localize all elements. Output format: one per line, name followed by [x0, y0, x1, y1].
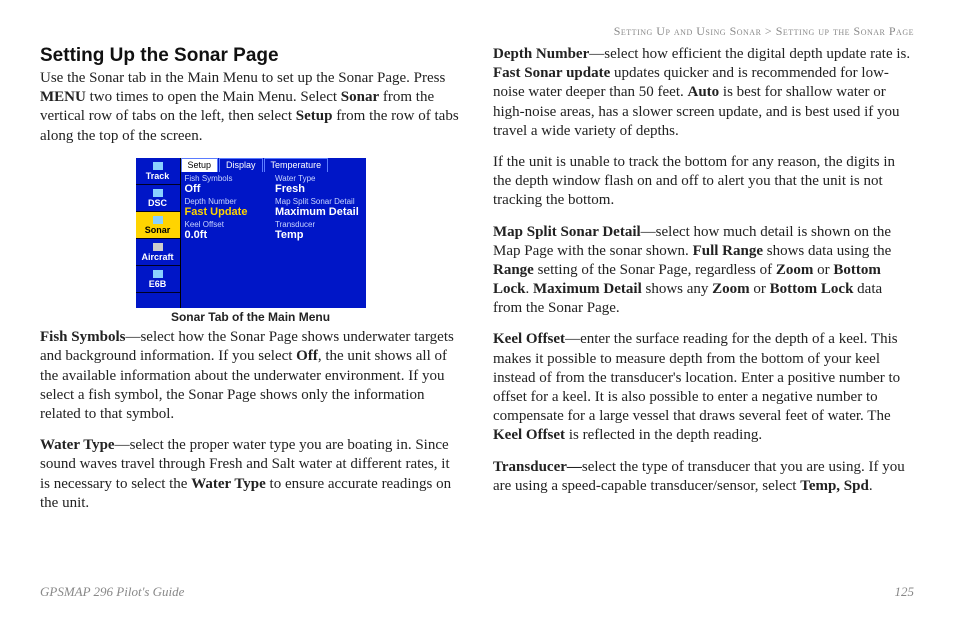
- gps-top-tab: Display: [219, 158, 263, 172]
- tab-label: Sonar: [145, 225, 171, 235]
- right-column: Depth Number—select how efficient the di…: [493, 45, 914, 578]
- text-run: is reflected in the depth reading.: [565, 427, 762, 443]
- tab-label: Track: [146, 171, 170, 181]
- intro-paragraph: Use the Sonar tab in the Main Menu to se…: [40, 69, 461, 146]
- gps-field: Fish SymbolsOff: [183, 174, 274, 197]
- text-run: Auto: [688, 84, 720, 100]
- page-heading: Setting Up the Sonar Page: [40, 45, 461, 67]
- gps-field-value: 0.0ft: [185, 229, 272, 241]
- text-run: Fast Sonar update: [493, 65, 610, 81]
- tab-label: DSC: [148, 198, 167, 208]
- fish-symbols-paragraph: Fish Symbols—select how the Sonar Page s…: [40, 328, 461, 424]
- text-run: Sonar: [341, 89, 379, 105]
- text-run: Map Split Sonar Detail: [493, 224, 641, 240]
- gps-side-tab: E6B: [136, 266, 180, 293]
- text-run: Zoom: [712, 281, 750, 297]
- gps-field: Water TypeFresh: [273, 174, 364, 197]
- text-run: two times to open the Main Menu. Select: [86, 89, 341, 105]
- figure-sonar-tab: TrackDSCSonarAircraftE6B SetupDisplayTem…: [40, 158, 461, 325]
- gps-field-label: Transducer: [275, 220, 362, 229]
- text-run: .: [869, 478, 873, 494]
- text-run: Water Type: [40, 437, 115, 453]
- transducer-paragraph: Transducer—select the type of transducer…: [493, 458, 914, 496]
- depth-number-paragraph: Depth Number—select how efficient the di…: [493, 45, 914, 141]
- gps-top-tab: Temperature: [264, 158, 329, 172]
- tab-label: Aircraft: [141, 252, 173, 262]
- gps-field-label: Map Split Sonar Detail: [275, 197, 362, 206]
- gps-side-tab: Track: [136, 158, 180, 185]
- gps-side-tab: Aircraft: [136, 239, 180, 266]
- tracking-note-paragraph: If the unit is unable to track the botto…: [493, 153, 914, 211]
- header-separator: >: [765, 24, 772, 38]
- footer-page-number: 125: [895, 584, 915, 600]
- gps-field: Depth NumberFast Update: [183, 197, 274, 220]
- gps-field-label: Depth Number: [185, 197, 272, 206]
- text-run: setting of the Sonar Page, regardless of: [534, 262, 776, 278]
- header-topic: Setting up the Sonar Page: [776, 24, 914, 38]
- tab-icon: [153, 189, 163, 197]
- gps-fields-grid: Fish SymbolsOffWater TypeFreshDepth Numb…: [181, 172, 366, 308]
- gps-field-label: Keel Offset: [185, 220, 272, 229]
- text-run: Keel Offset: [493, 331, 565, 347]
- gps-field: TransducerTemp: [273, 220, 364, 243]
- text-run: Bottom Lock: [770, 281, 854, 297]
- text-run: Maximum Detail: [533, 281, 642, 297]
- text-run: Range: [493, 262, 534, 278]
- gps-side-tabs: Track DSC Sonar Aircraft E6B: [136, 158, 181, 308]
- gps-field-value: Temp: [275, 229, 362, 241]
- text-run: Zoom: [776, 262, 814, 278]
- text-run: Setup: [296, 108, 333, 124]
- keel-offset-paragraph: Keel Offset—enter the surface reading fo…: [493, 330, 914, 445]
- gps-top-tab: Setup: [181, 158, 219, 172]
- tab-icon: [153, 243, 163, 251]
- tab-icon: [153, 162, 163, 170]
- footer-guide-name: GPSMAP 296 Pilot's Guide: [40, 584, 184, 600]
- text-run: Water Type: [191, 476, 266, 492]
- gps-field: Keel Offset0.0ft: [183, 220, 274, 243]
- gps-field-value: Off: [185, 183, 272, 195]
- text-run: Transducer—: [493, 459, 582, 475]
- text-run: If the unit is unable to track the botto…: [493, 154, 895, 208]
- text-run: or: [813, 262, 833, 278]
- text-run: Fish Symbols: [40, 329, 125, 345]
- text-run: Keel Offset: [493, 427, 565, 443]
- gps-screenshot: TrackDSCSonarAircraftE6B SetupDisplayTem…: [136, 158, 366, 308]
- gps-side-tab: Sonar: [136, 212, 180, 239]
- text-run: shows data using the: [763, 243, 891, 259]
- text-run: .: [526, 281, 534, 297]
- text-run: Temp, Spd: [800, 478, 869, 494]
- figure-caption: Sonar Tab of the Main Menu: [40, 310, 461, 324]
- header-section: Setting Up and Using Sonar: [614, 24, 762, 38]
- text-run: MENU: [40, 89, 86, 105]
- page-footer: GPSMAP 296 Pilot's Guide 125: [40, 584, 914, 600]
- tab-icon: [153, 216, 163, 224]
- gps-field-value: Fast Update: [185, 206, 272, 218]
- text-run: shows any: [642, 281, 712, 297]
- gps-field: Map Split Sonar DetailMaximum Detail: [273, 197, 364, 220]
- text-run: or: [750, 281, 770, 297]
- tab-label: E6B: [149, 279, 167, 289]
- gps-side-tab: DSC: [136, 185, 180, 212]
- gps-top-tabs: SetupDisplayTemperature: [181, 158, 366, 172]
- text-run: —select how efficient the digital depth …: [589, 46, 910, 62]
- text-run: Full Range: [693, 243, 763, 259]
- gps-field-value: Fresh: [275, 183, 362, 195]
- gps-field-label: Water Type: [275, 174, 362, 183]
- tab-icon: [153, 270, 163, 278]
- left-column: Setting Up the Sonar Page Use the Sonar …: [40, 45, 461, 578]
- running-header: Setting Up and Using Sonar > Setting up …: [40, 24, 914, 39]
- map-split-paragraph: Map Split Sonar Detail—select how much d…: [493, 223, 914, 319]
- text-run: Off: [296, 348, 318, 364]
- text-run: Use the Sonar tab in the Main Menu to se…: [40, 70, 445, 86]
- water-type-paragraph: Water Type—select the proper water type …: [40, 436, 461, 513]
- gps-field-label: Fish Symbols: [185, 174, 272, 183]
- text-run: Depth Number: [493, 46, 589, 62]
- gps-field-value: Maximum Detail: [275, 206, 362, 218]
